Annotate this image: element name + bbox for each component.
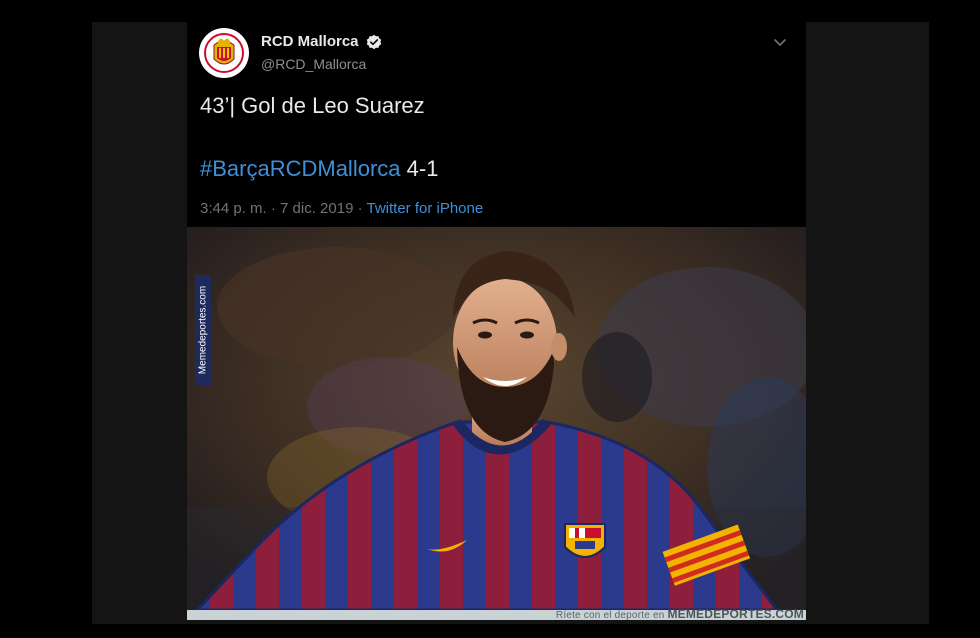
tweet-photo[interactable]: Memedeportes.com xyxy=(187,227,806,610)
tweet-timestamp[interactable]: 3:44 p. m. · 7 dic. 2019 · xyxy=(200,200,366,217)
tweet-meta: 3:44 p. m. · 7 dic. 2019 · Twitter for i… xyxy=(200,200,483,217)
tweet-line-score: #BarçaRCDMallorca 4-1 xyxy=(200,155,790,183)
photo-footer-strip: Ríete con el deporte en MEMEDEPORTES.COM xyxy=(187,607,806,620)
avatar[interactable] xyxy=(199,28,249,78)
watermark-text: Memedeportes.com xyxy=(197,285,209,375)
player-photo xyxy=(187,227,806,610)
chevron-down-icon[interactable] xyxy=(772,34,788,50)
tweet-line-goal: 43’| Gol de Leo Suarez xyxy=(200,93,425,118)
hashtag-link[interactable]: #BarçaRCDMallorca xyxy=(200,156,401,181)
tweet-text: 43’| Gol de Leo Suarez #BarçaRCDMallorca… xyxy=(200,92,790,183)
footer-small-text: Ríete con el deporte en xyxy=(555,610,668,620)
match-score: 4-1 xyxy=(400,156,439,181)
tweet-source-link[interactable]: Twitter for iPhone xyxy=(366,200,483,217)
tweet-header: RCD Mallorca @RCD_Mallorca xyxy=(199,28,794,78)
account-handle[interactable]: @RCD_Mallorca xyxy=(261,56,382,72)
rcd-mallorca-crest-icon xyxy=(203,32,245,74)
account-name-block[interactable]: RCD Mallorca @RCD_Mallorca xyxy=(261,33,382,72)
footer-brand-text: MEMEDEPORTES.COM xyxy=(667,607,804,620)
tweet-card[interactable]: RCD Mallorca @RCD_Mallorca 43’| Gol de L… xyxy=(187,22,806,620)
display-name[interactable]: RCD Mallorca xyxy=(261,33,359,50)
photo-footer-text: Ríete con el deporte en MEMEDEPORTES.COM xyxy=(556,607,804,620)
verified-badge-icon xyxy=(366,34,382,49)
photo-watermark: Memedeportes.com xyxy=(195,275,211,385)
